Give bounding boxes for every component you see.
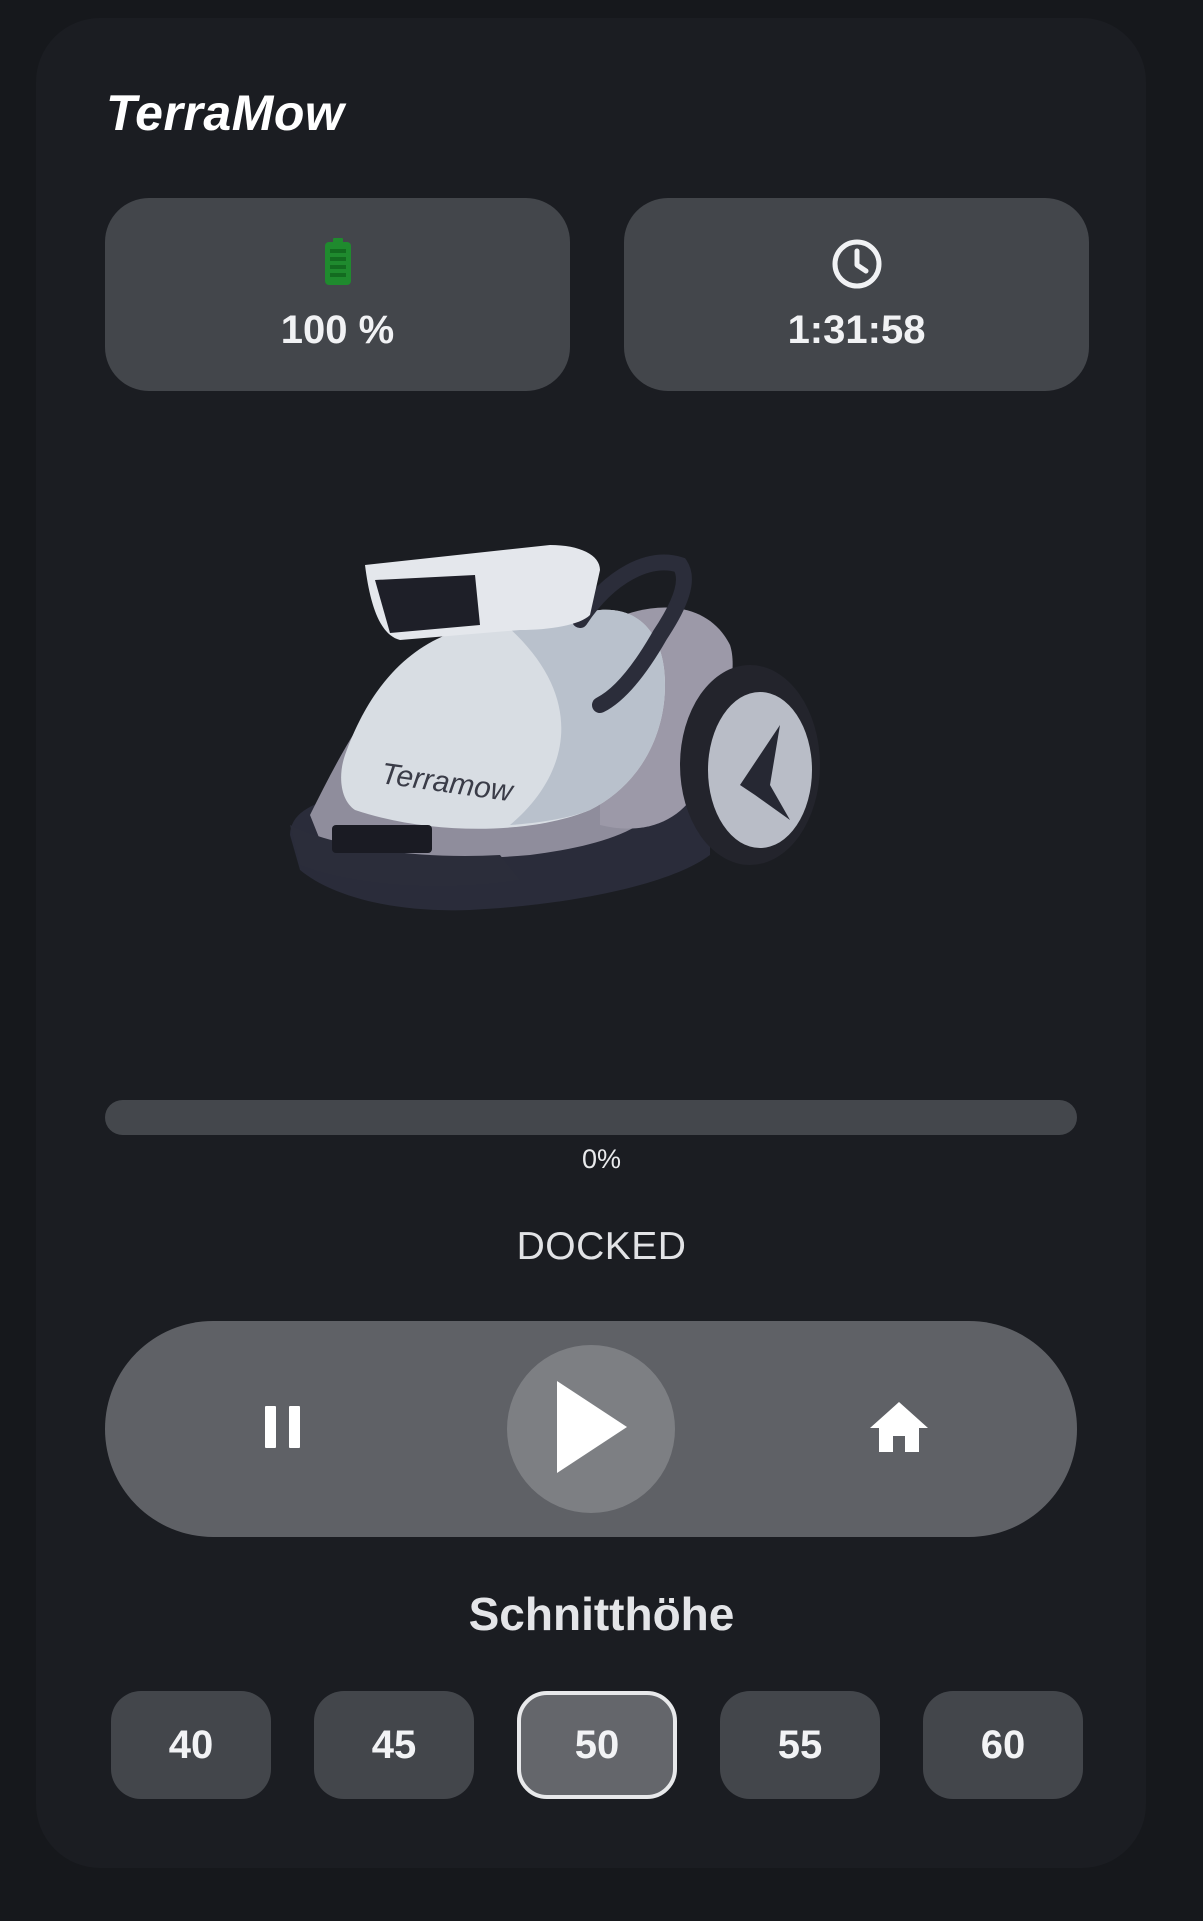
height-option-60[interactable]: 60: [923, 1691, 1083, 1799]
cutting-height-title: Schnitthöhe: [468, 1588, 735, 1640]
control-bar: [105, 1321, 1077, 1537]
height-option-40[interactable]: 40: [111, 1691, 271, 1799]
height-option-45[interactable]: 45: [314, 1691, 474, 1799]
cutting-height-options: 40 45 50 55 60: [111, 1691, 1083, 1799]
runtime-value: 1:31:58: [787, 308, 926, 352]
pause-icon: [263, 1404, 303, 1455]
home-icon: [868, 1400, 930, 1459]
return-home-button[interactable]: [854, 1384, 944, 1474]
play-icon: [551, 1377, 631, 1482]
pause-button[interactable]: [238, 1384, 328, 1474]
runtime-tile: 1:31:58: [624, 198, 1089, 391]
height-option-50[interactable]: 50: [517, 1691, 677, 1799]
battery-value: 100 %: [280, 308, 395, 352]
height-option-55[interactable]: 55: [720, 1691, 880, 1799]
start-button[interactable]: [507, 1345, 675, 1513]
clock-icon: [831, 238, 883, 295]
mower-image: Terramow: [290, 545, 820, 911]
mowing-progress-bar: [105, 1100, 1077, 1135]
mowing-progress-label: 0%: [581, 1144, 622, 1174]
app-title: TerraMow: [106, 85, 345, 141]
mower-status: DOCKED: [516, 1225, 687, 1268]
battery-tile: 100 %: [105, 198, 570, 391]
battery-full-icon: [323, 238, 353, 291]
